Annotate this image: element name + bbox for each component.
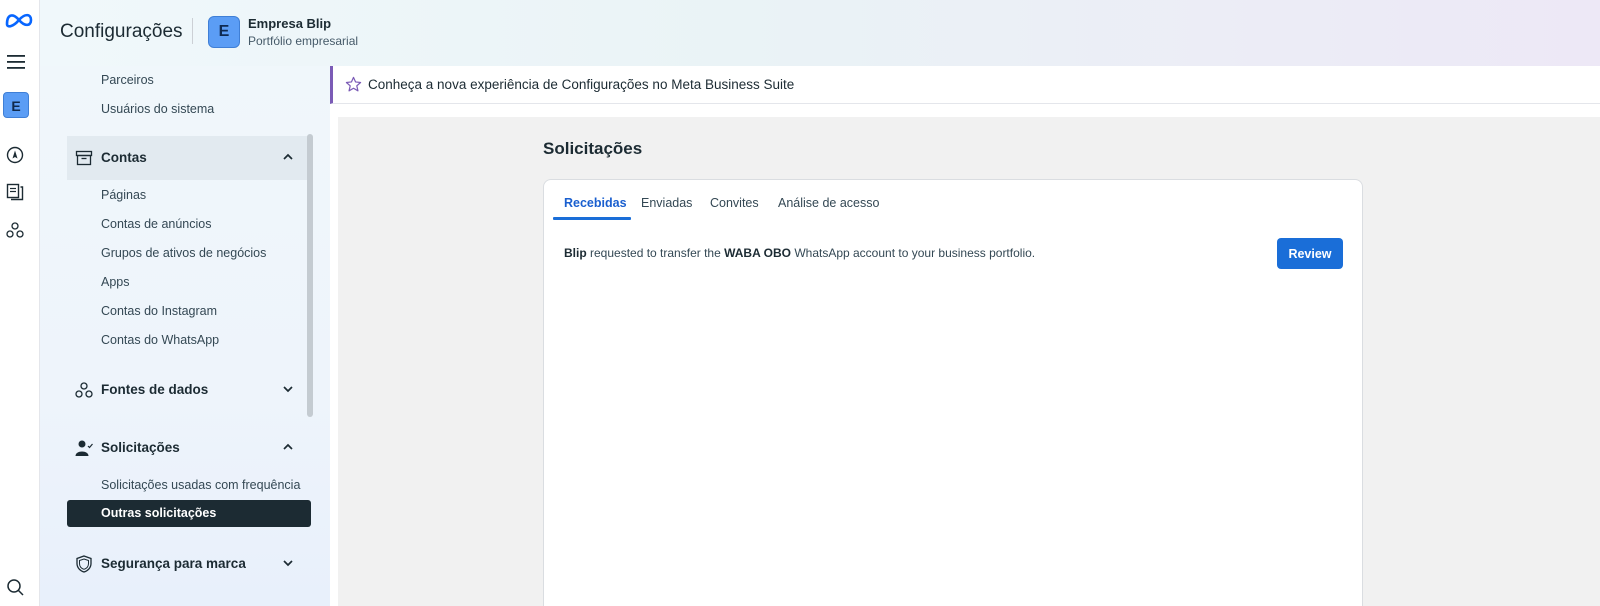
network-icon[interactable]: [6, 221, 24, 239]
sidebar-section-solicitacoes[interactable]: Solicitações: [67, 426, 310, 470]
sidebar-section-seguranca-marca[interactable]: Segurança para marca: [67, 542, 310, 586]
sidebar-section-fontes-dados[interactable]: Fontes de dados: [67, 368, 310, 412]
sidebar-section-contas[interactable]: Contas: [67, 136, 310, 180]
sidebar-scrollbar[interactable]: [307, 134, 313, 417]
request-text-part: WhatsApp account to your business portfo…: [790, 246, 1036, 260]
data-sources-icon: [75, 382, 93, 398]
sidebar-item-contas-anuncios[interactable]: Contas de anúncios: [101, 217, 212, 231]
meta-logo-icon[interactable]: [4, 10, 34, 30]
sidebar-item-usuarios-sistema[interactable]: Usuários do sistema: [101, 102, 214, 116]
top-header: Configurações E Empresa Blip Portfólio e…: [40, 0, 1600, 66]
shield-icon: [76, 555, 92, 573]
banner-text: Conheça a nova experiência de Configuraç…: [368, 77, 795, 92]
sidebar-item-solicitacoes-frequentes[interactable]: Solicitações usadas com frequência: [101, 478, 300, 492]
request-sender: Blip: [564, 246, 587, 260]
page-title: Configurações: [60, 21, 183, 42]
business-subtitle: Portfólio empresarial: [248, 34, 359, 48]
chevron-down-icon: [283, 560, 293, 567]
tab-enviadas[interactable]: Enviadas: [641, 196, 692, 210]
sidebar-item-outras-solicitacoes[interactable]: Outras solicitações: [67, 500, 311, 527]
sidebar-section-label: Contas: [101, 150, 147, 165]
chevron-down-icon: [283, 386, 293, 393]
tab-convites[interactable]: Convites: [710, 196, 759, 210]
business-avatar[interactable]: E: [208, 16, 240, 48]
new-experience-banner[interactable]: Conheça a nova experiência de Configuraç…: [330, 66, 1600, 104]
archive-icon: [75, 150, 93, 166]
requests-card: Recebidas Enviadas Convites Análise de a…: [543, 179, 1363, 606]
review-button[interactable]: Review: [1277, 238, 1343, 269]
section-title: Solicitações: [543, 139, 643, 158]
sidebar-item-paginas[interactable]: Páginas: [101, 188, 146, 202]
active-tab-indicator: [553, 217, 631, 220]
sidebar-section-label: Solicitações: [101, 440, 180, 455]
business-name[interactable]: Empresa Blip: [248, 16, 331, 31]
main-content: Solicitações Recebidas Enviadas Convites…: [338, 117, 1600, 606]
header-divider: [192, 18, 193, 44]
sidebar-item-parceiros[interactable]: Parceiros: [101, 73, 154, 87]
menu-icon[interactable]: [7, 54, 25, 70]
sidebar-section-label: Segurança para marca: [101, 556, 246, 571]
request-asset: WABA OBO: [724, 246, 791, 260]
request-text-part: requested to transfer the: [586, 246, 725, 260]
settings-sidebar: Parceiros Usuários do sistema Contas Pág…: [40, 66, 330, 606]
tab-analise-acesso[interactable]: Análise de acesso: [778, 196, 879, 210]
sidebar-section-label: Fontes de dados: [101, 382, 209, 397]
sidebar-item-contas-instagram[interactable]: Contas do Instagram: [101, 304, 217, 318]
request-message: Blip requested to transfer the WABA OBO …: [564, 246, 1035, 260]
sidebar-item-label: Outras solicitações: [101, 506, 217, 520]
company-switcher[interactable]: E: [3, 92, 29, 118]
sidebar-item-contas-whatsapp[interactable]: Contas do WhatsApp: [101, 333, 219, 347]
pages-icon[interactable]: [6, 183, 24, 201]
search-icon[interactable]: [6, 578, 24, 596]
sidebar-item-apps[interactable]: Apps: [101, 275, 130, 289]
star-icon: [345, 76, 362, 92]
sidebar-item-grupos-ativos[interactable]: Grupos de ativos de negócios: [101, 246, 266, 260]
chevron-up-icon: [283, 443, 293, 450]
tab-recebidas[interactable]: Recebidas: [564, 196, 627, 210]
compass-icon[interactable]: [6, 146, 24, 164]
left-rail: E: [0, 0, 40, 606]
person-check-icon: [75, 440, 93, 456]
chevron-up-icon: [283, 153, 293, 160]
